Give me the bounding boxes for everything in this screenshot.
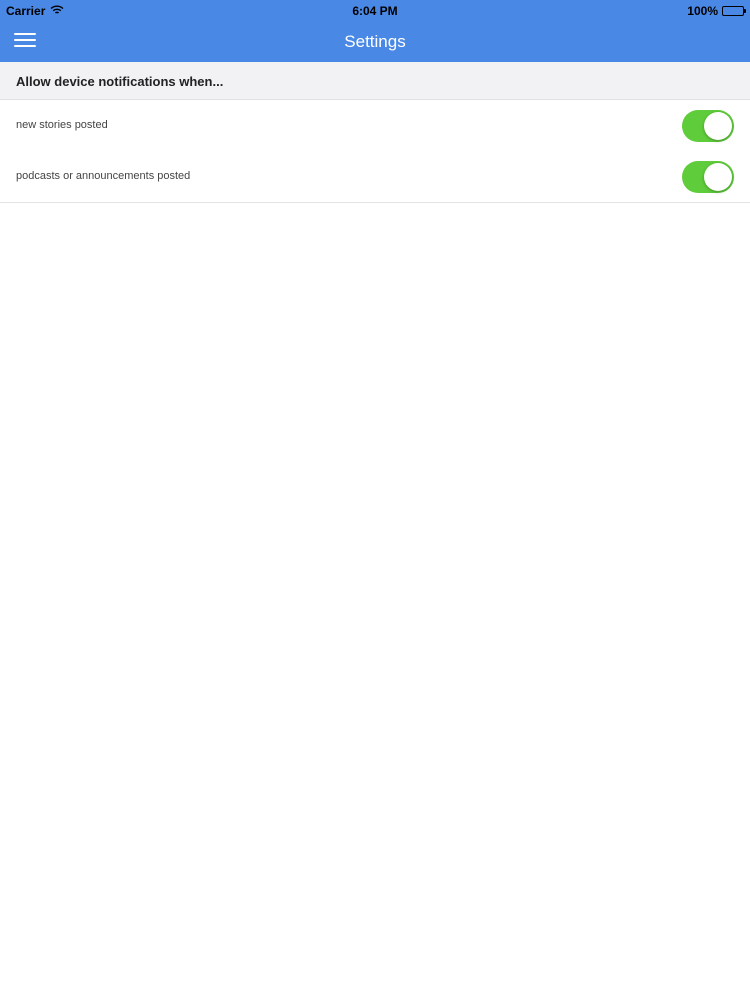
nav-bar: Settings: [0, 22, 750, 62]
page-title: Settings: [344, 32, 406, 51]
status-right: 100%: [687, 4, 746, 18]
setting-row-new-stories: new stories posted: [0, 100, 750, 152]
battery-percent: 100%: [687, 4, 718, 18]
setting-label-new-stories: new stories posted: [16, 119, 108, 131]
section-header-text: Allow device notifications when...: [16, 74, 224, 89]
notifications-section-header: Allow device notifications when...: [0, 62, 750, 100]
app-header: Carrier 6:04 PM 100% Settings: [0, 0, 750, 62]
toggle-knob: [704, 163, 732, 191]
toggle-podcasts[interactable]: [682, 161, 734, 193]
toggle-knob: [704, 112, 732, 140]
status-bar: Carrier 6:04 PM 100%: [0, 0, 750, 22]
setting-row-podcasts: podcasts or announcements posted: [0, 151, 750, 203]
battery-icon: [722, 6, 746, 16]
toggle-new-stories[interactable]: [682, 110, 734, 142]
setting-label-podcasts: podcasts or announcements posted: [16, 170, 191, 182]
battery-tip: [744, 9, 746, 13]
status-time: 6:04 PM: [352, 4, 398, 18]
